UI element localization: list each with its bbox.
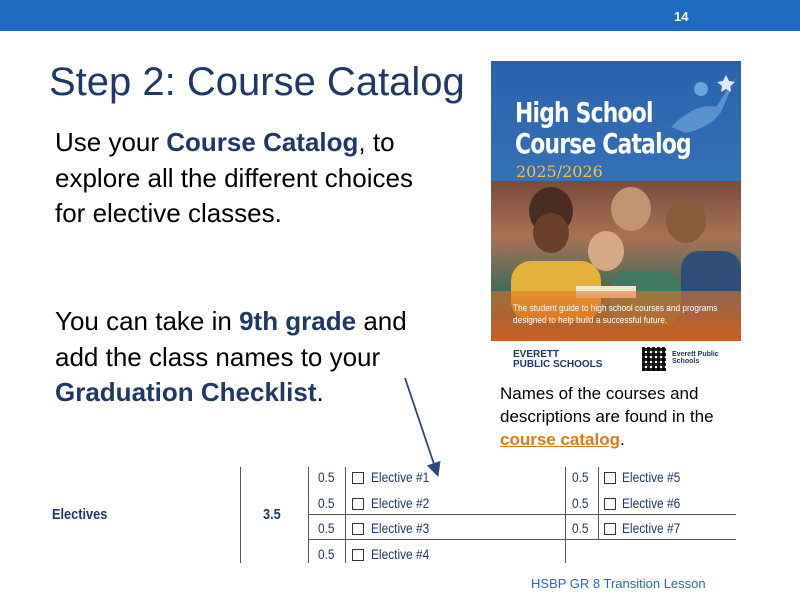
paragraph-catalog: Use your Course Catalog, to explore all … — [55, 125, 445, 232]
elective-6-label: Elective #6 — [622, 495, 681, 511]
credit-7: 0.5 — [572, 520, 589, 536]
divider-mid — [565, 467, 566, 563]
footer-text: HSBP GR 8 Transition Lesson — [531, 576, 706, 591]
divider-left — [240, 467, 241, 563]
logo-line2: PUBLIC SCHOOLS — [513, 359, 603, 370]
checkbox-elective-5[interactable] — [604, 472, 616, 484]
checkbox-elective-6[interactable] — [604, 498, 616, 510]
course-catalog-cover: High School Course Catalog 2025/2026 The… — [491, 61, 741, 378]
p1-text-a: Use your — [55, 127, 167, 157]
credit-3: 0.5 — [318, 520, 335, 536]
cover-title: High School Course Catalog — [515, 96, 692, 160]
electives-label: Electives — [52, 506, 108, 523]
elective-4-label: Elective #4 — [371, 546, 430, 562]
credit-2: 0.5 — [318, 495, 335, 511]
graduation-checklist-term: Graduation Checklist — [55, 377, 317, 407]
course-catalog-term: Course Catalog — [166, 127, 359, 157]
cover-year: 2025/2026 — [516, 162, 603, 181]
slide-number: 14 — [674, 9, 689, 24]
electives-credits: 3.5 — [263, 506, 281, 523]
catalog-caption: Names of the courses and descriptions ar… — [500, 382, 770, 451]
checkbox-elective-3[interactable] — [352, 523, 364, 535]
row-divider-1 — [308, 514, 736, 515]
checkbox-elective-1[interactable] — [352, 472, 364, 484]
caption-text: Names of the courses and descriptions ar… — [500, 384, 714, 426]
paragraph-checklist: You can take in 9th grade and add the cl… — [55, 304, 435, 411]
divider-right-num — [598, 467, 599, 539]
divider-num — [345, 467, 346, 563]
cover-title-line1: High School — [515, 96, 653, 129]
course-catalog-link[interactable]: course catalog — [500, 430, 620, 449]
cover-tagline-line1: The student guide to high school courses… — [513, 303, 718, 313]
divider-credits — [308, 467, 309, 563]
cover-eps-text: Everett Public Schools — [672, 351, 719, 365]
slide-title: Step 2: Course Catalog — [49, 60, 465, 104]
checkbox-elective-4[interactable] — [352, 549, 364, 561]
row-divider-2 — [308, 539, 736, 540]
credit-4: 0.5 — [318, 546, 335, 562]
credit-5: 0.5 — [572, 469, 589, 485]
checkbox-elective-2[interactable] — [352, 498, 364, 510]
credit-6: 0.5 — [572, 495, 589, 511]
qr-code-icon — [642, 347, 666, 371]
elective-1-label: Elective #1 — [371, 469, 430, 485]
elective-7-label: Elective #7 — [622, 520, 681, 536]
cover-tagline-line2: designed to help build a successful futu… — [513, 315, 668, 325]
elective-2-label: Elective #2 — [371, 495, 430, 511]
caption-end: . — [620, 430, 625, 449]
checkbox-elective-7[interactable] — [604, 523, 616, 535]
p2-text-e: . — [316, 377, 324, 407]
cover-title-line2: Course Catalog — [515, 127, 692, 160]
ninth-grade-term: 9th grade — [239, 306, 357, 336]
elective-3-label: Elective #3 — [371, 520, 430, 536]
everett-logo: EVERETT PUBLIC SCHOOLS — [513, 350, 602, 370]
credit-1: 0.5 — [318, 469, 335, 485]
cover-tagline: The student guide to high school courses… — [513, 302, 718, 326]
p2-text-a: You can take in — [55, 306, 240, 336]
elective-5-label: Elective #5 — [622, 469, 681, 485]
